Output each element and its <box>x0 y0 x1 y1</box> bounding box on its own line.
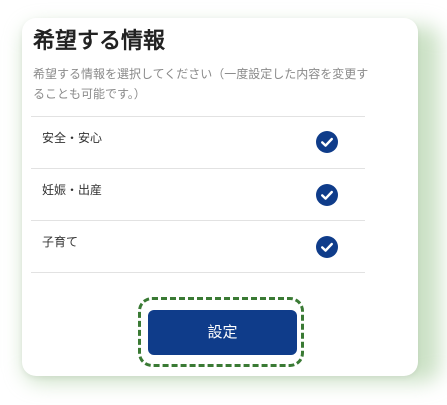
submit-button[interactable]: 設定 <box>148 310 297 355</box>
option-item-childcare[interactable]: 子育て <box>31 220 365 273</box>
option-label: 子育て <box>42 235 79 249</box>
option-item-pregnancy[interactable]: 妊娠・出産 <box>31 168 365 220</box>
check-circle-icon[interactable] <box>316 131 338 153</box>
panel-title: 希望する情報 <box>33 29 166 54</box>
option-label: 安全・安心 <box>42 131 103 145</box>
check-circle-icon[interactable] <box>316 236 338 258</box>
panel-description: 希望する情報を選択してください（一度設定した内容を変更することも可能です。） <box>33 67 369 101</box>
check-circle-icon[interactable] <box>316 184 338 206</box>
option-list: 安全・安心 妊娠・出産 子育て <box>31 116 365 273</box>
option-label: 妊娠・出産 <box>42 183 103 197</box>
option-item-safety[interactable]: 安全・安心 <box>31 116 365 168</box>
